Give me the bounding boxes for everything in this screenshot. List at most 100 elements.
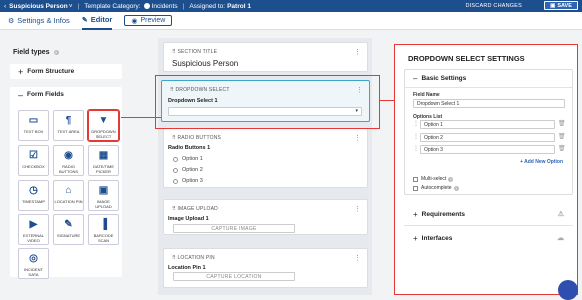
- eye-icon: ◉: [131, 17, 138, 25]
- multi-select-checkbox[interactable]: Multi-select?: [413, 176, 454, 182]
- card-type-label: ⠿ LOCATION PIN: [172, 255, 215, 261]
- radio-option[interactable]: Option 1: [173, 156, 203, 162]
- trash-icon[interactable]: 🗑: [558, 120, 566, 127]
- field-tile-label: TEXT AREA: [57, 129, 80, 134]
- interfaces-accordion[interactable]: + Interfaces ☁: [404, 229, 573, 247]
- card-type-label: ⠿ DROPDOWN SELECT: [170, 87, 230, 93]
- field-tile-external-video[interactable]: ▶ EXTERNAL VIDEO: [18, 214, 49, 245]
- more-options-icon[interactable]: ⋮: [354, 205, 361, 213]
- field-tile-checkbox[interactable]: ☑ CHECKBOX: [18, 145, 49, 176]
- option-input[interactable]: Option 1: [420, 120, 555, 129]
- add-new-option-link[interactable]: + Add New Option: [520, 159, 563, 165]
- form-fields-header[interactable]: – Form Fields: [10, 87, 122, 102]
- template-value[interactable]: Incidents: [152, 3, 178, 10]
- radio-buttons-card[interactable]: ⠿ RADIO BUTTONS ⋮ Radio Buttons 1 Option…: [163, 128, 368, 188]
- field-tile-timestamp[interactable]: ◷ TIMESTAMP: [18, 180, 49, 211]
- field-tile-date-time-picker[interactable]: ▦ DATE/TIME PICKER: [88, 145, 119, 176]
- field-tile-radio-buttons[interactable]: ◉ RADIO BUTTONS: [53, 145, 84, 176]
- dropdown-select-input[interactable]: ▾: [168, 107, 362, 116]
- field-tile-text-box[interactable]: ▭ TEXT BOX: [18, 110, 49, 141]
- top-bar: ‹ Suspicious Person ˅ | Template Categor…: [0, 0, 582, 12]
- drag-handle-icon[interactable]: ⋮: [413, 145, 419, 152]
- basic-settings-header[interactable]: – Basic Settings: [404, 69, 573, 87]
- card-type-label: ⠿ RADIO BUTTONS: [172, 135, 221, 141]
- field-tile-text-area[interactable]: ¶ TEXT AREA: [53, 110, 84, 141]
- more-options-icon[interactable]: ⋮: [354, 134, 361, 142]
- tab-editor-label: Editor: [90, 15, 113, 24]
- form-title[interactable]: Suspicious Person: [9, 3, 68, 10]
- hierarchy-icon: ⚠: [557, 211, 564, 218]
- form-structure-accordion[interactable]: + Form Structure: [10, 64, 122, 79]
- assigned-value[interactable]: Patrol 1: [227, 3, 251, 10]
- multi-select-label: Multi-select: [421, 176, 447, 182]
- radio-option[interactable]: Option 3: [173, 178, 203, 184]
- title-dropdown-icon[interactable]: ˅: [69, 3, 73, 10]
- radio-option[interactable]: Option 2: [173, 167, 203, 173]
- capture-location-button[interactable]: CAPTURE LOCATION: [173, 272, 295, 281]
- plus-icon: +: [413, 209, 418, 219]
- preview-button[interactable]: ◉ Preview: [124, 15, 173, 26]
- drag-handle-icon[interactable]: ⋮: [413, 133, 419, 140]
- dropdown-field-label: Dropdown Select 1: [168, 98, 218, 104]
- field-tile-image-upload[interactable]: ▣ IMAGE UPLOAD: [88, 180, 119, 211]
- location-pin-card[interactable]: ⠿ LOCATION PIN ⋮ Location Pin 1 CAPTURE …: [163, 248, 368, 288]
- radio-option-label: Option 2: [182, 167, 203, 173]
- field-tile-label: EXTERNAL VIDEO: [22, 233, 45, 243]
- field-tile-label: TEXT BOX: [23, 129, 44, 134]
- radio-circle-icon: [173, 156, 178, 162]
- chat-support-icon[interactable]: [558, 280, 578, 300]
- divider: [404, 225, 573, 226]
- paragraph-icon: ¶: [65, 115, 72, 126]
- field-tile-label: LOCATION PIN: [54, 199, 83, 204]
- drag-handle-icon[interactable]: ⋮: [413, 120, 419, 127]
- card-type-text: IMAGE UPLOAD: [177, 206, 218, 212]
- field-name-input[interactable]: Dropdown Select 1: [413, 99, 565, 108]
- trash-icon[interactable]: 🗑: [558, 145, 566, 152]
- checkbox-icon: [413, 185, 418, 191]
- card-type-text: RADIO BUTTONS: [177, 135, 222, 141]
- card-type-label: ⠿ IMAGE UPLOAD: [172, 206, 218, 212]
- back-chevron-icon[interactable]: ‹: [4, 3, 6, 10]
- more-options-icon[interactable]: ⋮: [354, 48, 361, 56]
- field-tile-dropdown-select[interactable]: ▼ DROPDOWN SELECT: [87, 109, 120, 142]
- minus-icon: –: [18, 89, 24, 100]
- option-input[interactable]: Option 3: [420, 145, 555, 154]
- capture-image-button[interactable]: CAPTURE IMAGE: [173, 224, 295, 233]
- autocomplete-label: Autocomplete: [421, 185, 452, 191]
- form-structure-header[interactable]: + Form Structure: [10, 64, 122, 79]
- trash-icon[interactable]: 🗑: [558, 133, 566, 140]
- save-icon: ▣: [550, 2, 556, 9]
- more-options-icon[interactable]: ⋮: [356, 86, 363, 94]
- highlight-frame: [379, 75, 380, 129]
- requirements-accordion[interactable]: + Requirements ⚠: [404, 205, 573, 223]
- editor-tabs: ⚙ Settings & Infos ✎ Editor ◉ Preview: [0, 12, 582, 30]
- save-button[interactable]: ▣ SAVE: [544, 1, 578, 10]
- tab-editor[interactable]: ✎ Editor: [81, 12, 113, 30]
- field-tile-signature[interactable]: ✎ SIGNATURE: [53, 214, 84, 245]
- field-tile-incident-data[interactable]: ◎ INCIDENT DATA: [18, 248, 49, 279]
- tab-settings[interactable]: ⚙ Settings & Infos: [8, 12, 70, 30]
- field-tile-barcode-scan[interactable]: ▐ BARCODE SCAN: [88, 214, 119, 245]
- autocomplete-checkbox[interactable]: Autocomplete?: [413, 185, 459, 191]
- assigned-label: Assigned to:: [189, 2, 226, 10]
- help-icon[interactable]: ?: [453, 185, 459, 191]
- field-types-title: Field types ?: [13, 49, 59, 56]
- image-upload-card[interactable]: ⠿ IMAGE UPLOAD ⋮ Image Upload 1 CAPTURE …: [163, 199, 368, 235]
- help-icon[interactable]: ?: [53, 50, 59, 55]
- more-options-icon[interactable]: ⋮: [354, 254, 361, 262]
- dropdown-select-card[interactable]: ⠿ DROPDOWN SELECT ⋮ Dropdown Select 1 ▾: [161, 80, 370, 122]
- field-tile-label: DROPDOWN SELECT: [91, 129, 116, 139]
- chevron-down-icon: ▾: [355, 108, 358, 114]
- incident-icon: ◎: [29, 253, 38, 264]
- help-icon[interactable]: ?: [448, 176, 454, 182]
- section-title-card[interactable]: ⠿ SECTION TITLE ⋮ Suspicious Person: [163, 42, 368, 72]
- radio-field-label: Radio Buttons 1: [168, 145, 211, 151]
- field-tile-label: IMAGE UPLOAD: [95, 199, 112, 209]
- form-fields-label: Form Fields: [27, 91, 64, 98]
- field-tile-location-pin[interactable]: ⌂ LOCATION PIN: [53, 180, 84, 211]
- discard-changes-button[interactable]: DISCARD CHANGES: [466, 3, 522, 9]
- section-title-value[interactable]: Suspicious Person: [172, 59, 238, 68]
- card-type-text: SECTION TITLE: [177, 49, 218, 55]
- barcode-icon: ▐: [99, 219, 108, 230]
- option-input[interactable]: Option 2: [420, 133, 555, 142]
